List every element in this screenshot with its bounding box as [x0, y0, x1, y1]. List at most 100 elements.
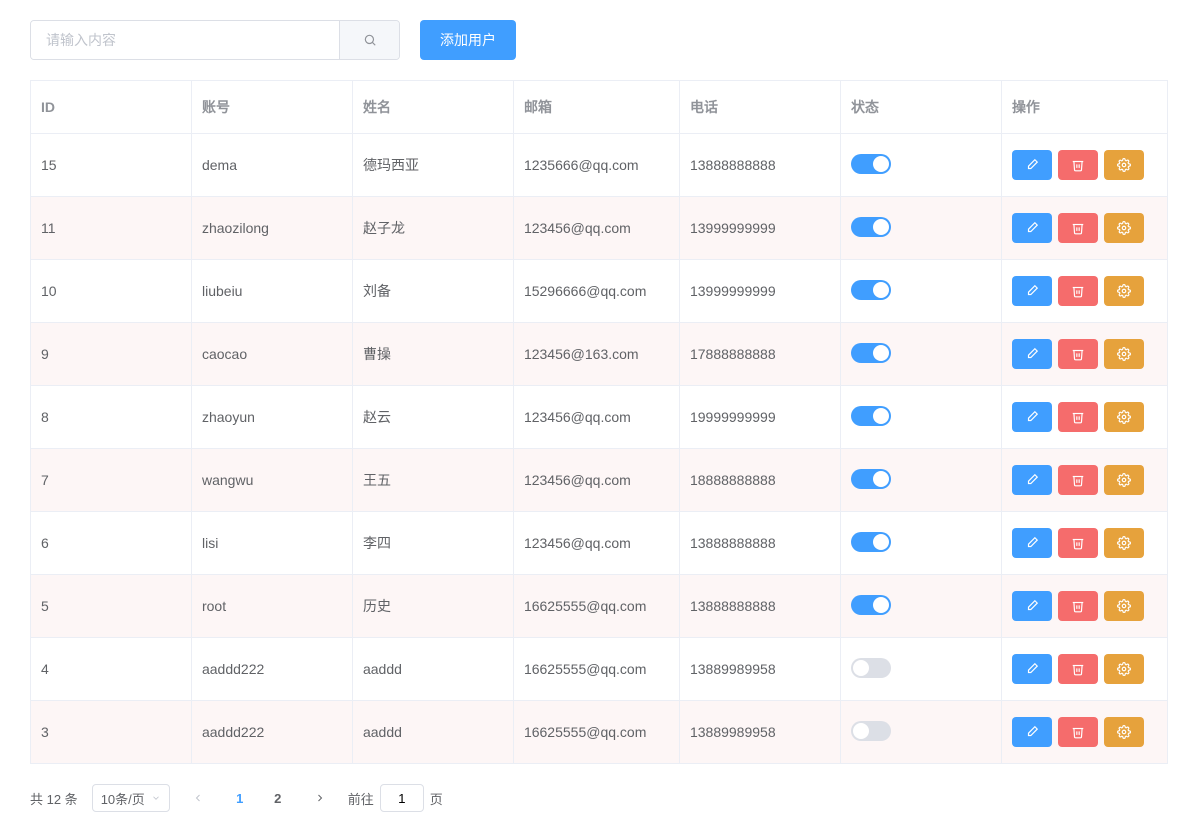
header-account: 账号: [191, 81, 352, 134]
search-button[interactable]: [339, 21, 399, 59]
cell-status: [840, 512, 1001, 575]
cell-email: 15296666@qq.com: [513, 260, 679, 323]
cell-phone: 19999999999: [679, 386, 840, 449]
edit-button[interactable]: [1012, 150, 1052, 180]
settings-button[interactable]: [1104, 717, 1144, 747]
settings-icon: [1117, 662, 1131, 676]
cell-name: aaddd: [352, 638, 513, 701]
settings-icon: [1117, 158, 1131, 172]
settings-icon: [1117, 725, 1131, 739]
header-phone: 电话: [679, 81, 840, 134]
edit-button[interactable]: [1012, 213, 1052, 243]
search-wrap: [30, 20, 400, 60]
header-action: 操作: [1001, 81, 1167, 134]
header-email: 邮箱: [513, 81, 679, 134]
settings-button[interactable]: [1104, 465, 1144, 495]
prev-page-button[interactable]: [184, 784, 212, 812]
edit-button[interactable]: [1012, 339, 1052, 369]
cell-phone: 17888888888: [679, 323, 840, 386]
cell-action: [1001, 197, 1167, 260]
settings-button[interactable]: [1104, 339, 1144, 369]
status-switch[interactable]: [851, 217, 891, 237]
page-number[interactable]: 1: [226, 784, 254, 812]
cell-id: 10: [31, 260, 192, 323]
settings-button[interactable]: [1104, 591, 1144, 621]
status-switch[interactable]: [851, 469, 891, 489]
status-switch[interactable]: [851, 532, 891, 552]
cell-phone: 13888888888: [679, 512, 840, 575]
delete-button[interactable]: [1058, 213, 1098, 243]
cell-account: zhaoyun: [191, 386, 352, 449]
cell-phone: 13999999999: [679, 197, 840, 260]
cell-account: lisi: [191, 512, 352, 575]
cell-phone: 13888888888: [679, 575, 840, 638]
cell-status: [840, 323, 1001, 386]
settings-button[interactable]: [1104, 276, 1144, 306]
page-size-select[interactable]: 10条/页: [92, 784, 170, 812]
cell-email: 1235666@qq.com: [513, 134, 679, 197]
edit-button[interactable]: [1012, 465, 1052, 495]
edit-icon: [1025, 599, 1039, 613]
table-row: 6lisi李四123456@qq.com13888888888: [31, 512, 1168, 575]
status-switch[interactable]: [851, 343, 891, 363]
edit-button[interactable]: [1012, 402, 1052, 432]
cell-name: 王五: [352, 449, 513, 512]
delete-button[interactable]: [1058, 465, 1098, 495]
settings-button[interactable]: [1104, 528, 1144, 558]
delete-button[interactable]: [1058, 528, 1098, 558]
table-row: 4aaddd222aaddd16625555@qq.com13889989958: [31, 638, 1168, 701]
settings-icon: [1117, 410, 1131, 424]
settings-button[interactable]: [1104, 150, 1144, 180]
delete-button[interactable]: [1058, 150, 1098, 180]
cell-action: [1001, 449, 1167, 512]
edit-button[interactable]: [1012, 591, 1052, 621]
page-number[interactable]: 2: [264, 784, 292, 812]
status-switch[interactable]: [851, 280, 891, 300]
table-row: 8zhaoyun赵云123456@qq.com19999999999: [31, 386, 1168, 449]
total-label: 共 12 条: [30, 789, 78, 808]
delete-button[interactable]: [1058, 591, 1098, 621]
delete-icon: [1071, 662, 1085, 676]
edit-icon: [1025, 347, 1039, 361]
edit-button[interactable]: [1012, 717, 1052, 747]
cell-phone: 13999999999: [679, 260, 840, 323]
cell-action: [1001, 386, 1167, 449]
status-switch[interactable]: [851, 721, 891, 741]
edit-icon: [1025, 725, 1039, 739]
delete-button[interactable]: [1058, 654, 1098, 684]
next-page-button[interactable]: [306, 784, 334, 812]
jump-input[interactable]: [380, 784, 424, 812]
edit-button[interactable]: [1012, 528, 1052, 558]
status-switch[interactable]: [851, 658, 891, 678]
status-switch[interactable]: [851, 595, 891, 615]
cell-action: [1001, 323, 1167, 386]
delete-icon: [1071, 158, 1085, 172]
settings-button[interactable]: [1104, 654, 1144, 684]
cell-id: 3: [31, 701, 192, 764]
settings-button[interactable]: [1104, 213, 1144, 243]
cell-id: 6: [31, 512, 192, 575]
page-size-value: 10条/页: [101, 789, 145, 808]
cell-status: [840, 386, 1001, 449]
delete-button[interactable]: [1058, 717, 1098, 747]
status-switch[interactable]: [851, 406, 891, 426]
add-user-button[interactable]: 添加用户: [420, 20, 516, 60]
edit-icon: [1025, 473, 1039, 487]
delete-button[interactable]: [1058, 402, 1098, 432]
cell-email: 16625555@qq.com: [513, 575, 679, 638]
user-table: ID 账号 姓名 邮箱 电话 状态 操作 15dema德玛西亚1235666@q…: [30, 80, 1168, 764]
search-input[interactable]: [31, 21, 339, 59]
edit-button[interactable]: [1012, 654, 1052, 684]
edit-button[interactable]: [1012, 276, 1052, 306]
settings-icon: [1117, 473, 1131, 487]
delete-button[interactable]: [1058, 339, 1098, 369]
cell-status: [840, 134, 1001, 197]
table-row: 9caocao曹操123456@163.com17888888888: [31, 323, 1168, 386]
cell-name: aaddd: [352, 701, 513, 764]
delete-button[interactable]: [1058, 276, 1098, 306]
settings-button[interactable]: [1104, 402, 1144, 432]
cell-email: 16625555@qq.com: [513, 638, 679, 701]
status-switch[interactable]: [851, 154, 891, 174]
cell-email: 16625555@qq.com: [513, 701, 679, 764]
cell-id: 9: [31, 323, 192, 386]
